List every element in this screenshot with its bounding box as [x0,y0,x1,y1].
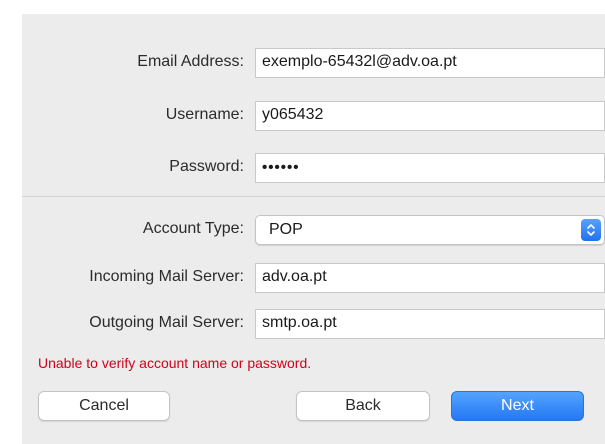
account-type-label: Account Type: [142,220,244,237]
cancel-button[interactable]: Cancel [38,391,170,421]
username-field[interactable]: y065432 [255,101,605,131]
password-row: Password: •••••• [22,153,605,183]
email-field[interactable]: exemplo-65432l@adv.oa.pt [255,48,605,78]
outgoing-server-row: Outgoing Mail Server: smtp.oa.pt [22,309,605,339]
email-label: Email Address: [137,53,244,70]
up-down-chevron-icon[interactable] [581,219,601,241]
account-type-row: Account Type: POP [22,215,605,245]
incoming-server-label: Incoming Mail Server: [89,268,244,285]
incoming-server-field[interactable]: adv.oa.pt [255,263,605,293]
error-message: Unable to verify account name or passwor… [38,355,312,371]
username-label: Username: [165,106,244,123]
back-button[interactable]: Back [296,391,430,421]
outgoing-server-field[interactable]: smtp.oa.pt [255,309,605,339]
section-divider [22,196,605,197]
account-type-select[interactable]: POP [255,215,605,245]
username-row: Username: y065432 [22,101,605,131]
next-button[interactable]: Next [451,391,584,421]
email-row: Email Address: exemplo-65432l@adv.oa.pt [22,48,605,78]
incoming-server-row: Incoming Mail Server: adv.oa.pt [22,263,605,293]
account-type-value: POP [269,221,303,238]
password-label: Password: [169,158,244,175]
outgoing-server-label: Outgoing Mail Server: [89,314,244,331]
password-field[interactable]: •••••• [255,153,605,183]
mail-account-setup-dialog: Email Address: exemplo-65432l@adv.oa.pt … [22,14,605,444]
